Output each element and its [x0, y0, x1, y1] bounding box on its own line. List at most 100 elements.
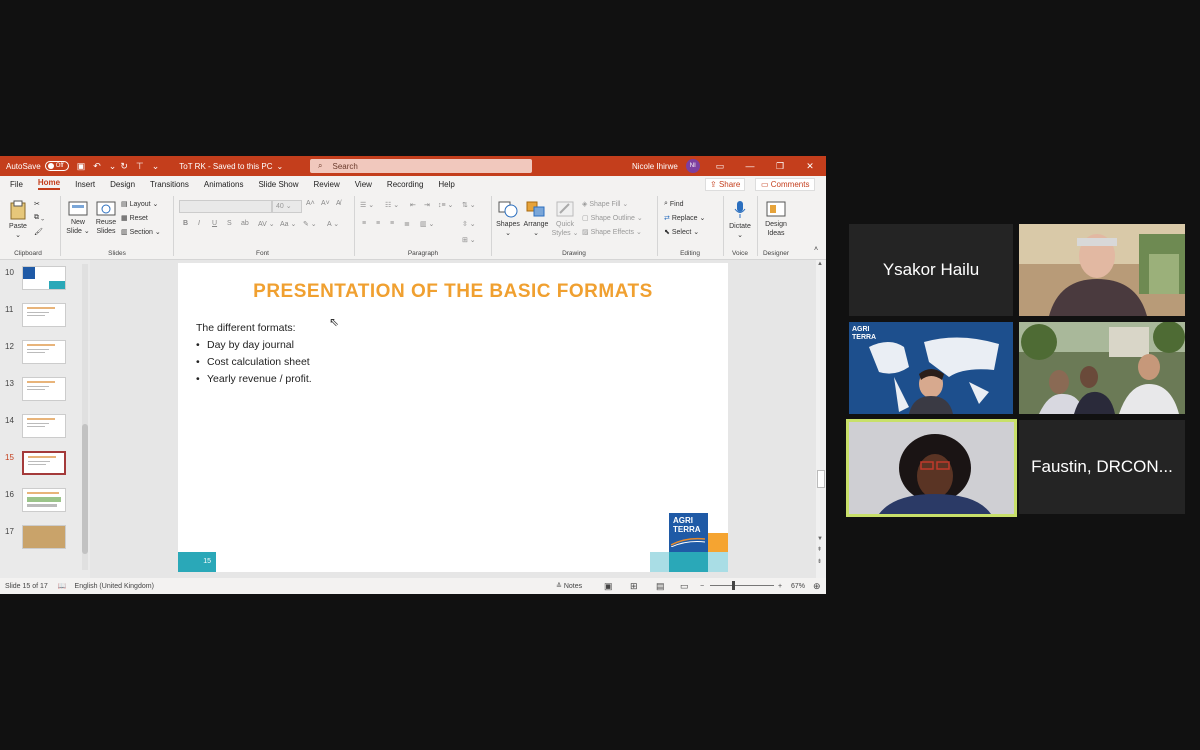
shadow-icon[interactable]: S [227, 220, 232, 227]
text-direction-icon[interactable]: ⇅ ⌄ [462, 201, 476, 209]
slide-thumbnail[interactable] [22, 525, 66, 549]
slide-body-text[interactable]: The different formats: Day by day journa… [196, 320, 312, 388]
slide-title[interactable]: PRESENTATION OF THE BASIC FORMATS [178, 281, 728, 303]
editor-scroll-thumb[interactable] [817, 470, 825, 488]
decrease-indent-icon[interactable]: ⇤ [410, 201, 416, 209]
tab-view[interactable]: View [355, 180, 372, 189]
close-icon[interactable]: ✕ [795, 156, 825, 176]
present-icon[interactable]: ⊤ [136, 161, 144, 172]
zoom-in-icon[interactable]: + [778, 583, 782, 590]
tab-recording[interactable]: Recording [387, 180, 423, 189]
slide-thumbnail[interactable] [22, 451, 66, 475]
cut-icon[interactable]: ✂ [34, 200, 40, 208]
shape-outline-button[interactable]: ▢ Shape Outline ⌄ [582, 214, 643, 223]
shapes-button[interactable]: Shapes ⌄ [494, 200, 522, 238]
slide-thumbnail[interactable] [22, 414, 66, 438]
find-button[interactable]: ⌕ Find [664, 200, 684, 208]
document-title-chevron-icon[interactable]: ⌄ [276, 162, 283, 171]
numbering-icon[interactable]: ☷ ⌄ [385, 201, 399, 209]
layout-button[interactable]: ▤ Layout ⌄ [121, 200, 158, 209]
comments-button[interactable]: ▭ Comments [755, 178, 816, 191]
bold-icon[interactable]: B [183, 220, 188, 227]
italic-icon[interactable]: I [198, 220, 200, 227]
shape-effects-button[interactable]: ▨ Shape Effects ⌄ [582, 228, 642, 237]
participant-video-2[interactable]: AGRI TERRA [849, 322, 1013, 414]
save-icon[interactable]: ▣ [77, 161, 86, 172]
zoom-out-icon[interactable]: − [700, 583, 704, 590]
slide-sorter-icon[interactable]: ⊞ [630, 581, 638, 592]
tab-file[interactable]: File [10, 180, 23, 189]
smartart-icon[interactable]: ⊞ ⌄ [462, 236, 476, 244]
tab-home[interactable]: Home [37, 178, 61, 190]
fit-to-window-icon[interactable]: ⊕ [813, 581, 821, 592]
design-ideas-button[interactable]: Design Ideas [761, 200, 791, 238]
participant-tile-faustin[interactable]: Faustin, DRCON... [1019, 420, 1185, 514]
reading-view-icon[interactable]: ▤ [656, 581, 665, 592]
align-left-icon[interactable]: ≡ [362, 220, 366, 227]
font-size-select[interactable]: 40 ⌄ [272, 200, 302, 213]
paste-button[interactable]: Paste ⌄ [6, 200, 30, 240]
character-spacing-icon[interactable]: AV ⌄ [258, 220, 275, 228]
arrange-button[interactable]: Arrange ⌄ [522, 200, 550, 238]
zoom-level[interactable]: 67% [791, 583, 805, 590]
grow-font-icon[interactable]: A˄ [306, 200, 315, 207]
notes-button[interactable]: ≙ Notes [556, 582, 582, 590]
search-box[interactable]: ⌕ Search [310, 159, 532, 173]
section-button[interactable]: ▥ Section ⌄ [121, 228, 161, 237]
shape-fill-button[interactable]: ◈ Shape Fill ⌄ [582, 200, 628, 209]
zoom-slider[interactable] [710, 581, 774, 590]
share-button[interactable]: ⇪ Share [705, 178, 746, 191]
maximize-icon[interactable]: ❐ [765, 156, 795, 176]
tab-transitions[interactable]: Transitions [150, 180, 189, 189]
copy-icon[interactable]: ⧉ ⌄ [34, 214, 44, 222]
align-right-icon[interactable]: ≡ [390, 220, 394, 227]
thumbnail-scroll-thumb[interactable] [82, 424, 88, 554]
minimize-icon[interactable]: — [735, 156, 765, 176]
bullets-icon[interactable]: ☰ ⌄ [360, 201, 374, 209]
new-slide-button[interactable]: New Slide ⌄ [64, 200, 92, 236]
tab-review[interactable]: Review [313, 180, 339, 189]
customize-toolbar-icon[interactable]: ⌄ [152, 161, 160, 172]
reuse-slides-button[interactable]: Reuse Slides [93, 200, 119, 236]
tab-slide-show[interactable]: Slide Show [258, 180, 298, 189]
tab-insert[interactable]: Insert [75, 180, 95, 189]
dictate-button[interactable]: Dictate ⌄ [726, 200, 754, 240]
select-button[interactable]: ⬉ Select ⌄ [664, 228, 699, 237]
normal-view-icon[interactable]: ▣ [604, 581, 613, 592]
current-slide[interactable]: PRESENTATION OF THE BASIC FORMATS The di… [178, 263, 728, 572]
slide-thumbnail[interactable] [22, 340, 66, 364]
autosave-toggle[interactable]: Off [44, 161, 69, 171]
editor-scrollbar[interactable]: ▲ ▼ ⇞ ⇟ [816, 260, 826, 578]
slide-thumbnail[interactable] [22, 266, 66, 290]
language-indicator[interactable]: English (United Kingdom) [75, 583, 154, 590]
tab-animations[interactable]: Animations [204, 180, 244, 189]
user-account[interactable]: Nicole Ihirwe NI [632, 156, 700, 176]
align-text-icon[interactable]: ⇳ ⌄ [462, 220, 476, 228]
active-speaker-tile[interactable] [846, 419, 1017, 517]
slideshow-view-icon[interactable]: ▭ [680, 581, 689, 592]
replace-button[interactable]: ⇄ Replace ⌄ [664, 214, 705, 223]
quick-styles-button[interactable]: Quick Styles ⌄ [551, 200, 579, 238]
line-spacing-icon[interactable]: ↕≡ ⌄ [438, 201, 453, 209]
increase-indent-icon[interactable]: ⇥ [424, 201, 430, 209]
change-case-icon[interactable]: Aa ⌄ [280, 220, 296, 228]
strikethrough-icon[interactable]: ab [241, 220, 249, 227]
font-color-icon[interactable]: A ⌄ [327, 220, 339, 228]
slide-thumbnail[interactable] [22, 303, 66, 327]
participant-video-3[interactable] [1019, 322, 1185, 414]
underline-icon[interactable]: U [212, 220, 217, 227]
tab-help[interactable]: Help [438, 180, 454, 189]
shrink-font-icon[interactable]: A˅ [321, 200, 330, 207]
justify-icon[interactable]: ≣ [404, 220, 410, 228]
highlight-icon[interactable]: ✎ ⌄ [303, 220, 317, 228]
tab-design[interactable]: Design [110, 180, 135, 189]
zoom-slider-thumb[interactable] [732, 581, 735, 590]
slide-thumbnail[interactable] [22, 377, 66, 401]
reset-button[interactable]: ▦ Reset [121, 214, 148, 223]
collapse-ribbon-icon[interactable]: ˄ [814, 246, 818, 253]
columns-icon[interactable]: ▥ ⌄ [420, 220, 434, 228]
clear-formatting-icon[interactable]: A̸ [336, 200, 341, 207]
participant-tile-ysakor[interactable]: Ysakor Hailu [849, 224, 1013, 316]
slide-thumbnail[interactable] [22, 488, 66, 512]
ribbon-display-options-icon[interactable]: ▭ [705, 156, 735, 176]
